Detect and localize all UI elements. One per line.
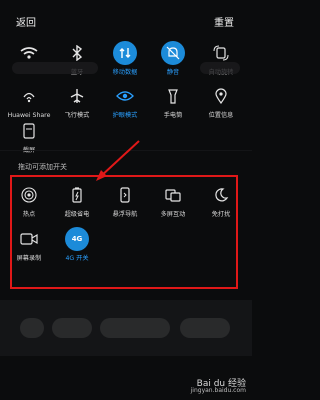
blur-region [180,318,230,338]
blur-region [20,318,44,338]
watermark-url: jingyan.baidu.com [190,387,246,394]
blur-region [52,318,92,338]
blur-region [100,318,170,338]
baidu-watermark: Bai du 经验 jingyan.baidu.com [191,376,246,394]
